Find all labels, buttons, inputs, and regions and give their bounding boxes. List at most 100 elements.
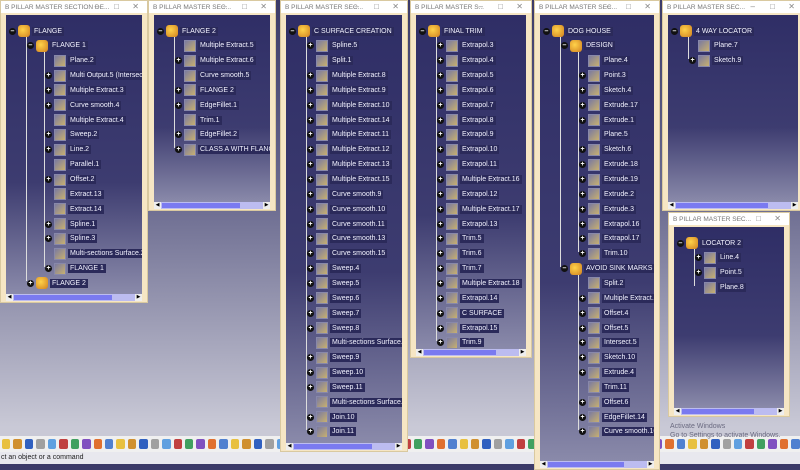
- toolbar-tool-icon[interactable]: [756, 439, 766, 449]
- tree-node[interactable]: FLANGE 2: [184, 83, 236, 97]
- expand-toggle[interactable]: +: [45, 101, 52, 109]
- horizontal-scrollbar[interactable]: ◀ ▶: [416, 349, 526, 356]
- expand-toggle[interactable]: +: [175, 146, 182, 154]
- toolbar-tool-icon[interactable]: [127, 439, 137, 449]
- tree-node[interactable]: Extrapol.7: [446, 98, 496, 112]
- horizontal-scrollbar[interactable]: ◀ ▶: [668, 202, 798, 209]
- tree-node[interactable]: Trim.6: [446, 247, 484, 261]
- tree-node[interactable]: Spline.5: [316, 39, 360, 53]
- tree-node[interactable]: Curve smooth.4: [54, 98, 122, 112]
- scrollbar-thumb[interactable]: [424, 350, 496, 355]
- expand-toggle[interactable]: +: [307, 131, 314, 139]
- expand-toggle[interactable]: +: [45, 176, 52, 183]
- tree-node[interactable]: Multiple Extract.15: [316, 173, 392, 187]
- toolbar-tool-icon[interactable]: [173, 439, 182, 449]
- minimize-button[interactable]: –: [737, 214, 741, 223]
- expand-toggle[interactable]: +: [27, 279, 34, 287]
- expand-toggle[interactable]: +: [307, 220, 314, 228]
- toolbar-tool-icon[interactable]: [470, 439, 480, 449]
- expand-toggle[interactable]: +: [307, 205, 314, 213]
- tree-node[interactable]: Trim.1: [184, 113, 222, 127]
- tree-node[interactable]: Multiple Extract.8: [316, 69, 388, 83]
- expand-toggle[interactable]: +: [307, 116, 314, 124]
- maximize-button[interactable]: □: [374, 2, 379, 11]
- tree-node[interactable]: Sketch.4: [588, 83, 634, 97]
- maximize-button[interactable]: □: [756, 214, 761, 223]
- tree-node[interactable]: Multiple Extract.11: [316, 128, 392, 142]
- expand-toggle[interactable]: +: [579, 146, 586, 154]
- scroll-left-button[interactable]: ◀: [154, 202, 161, 209]
- collapse-toggle[interactable]: –: [9, 27, 16, 35]
- scroll-right-button[interactable]: ▶: [519, 349, 526, 356]
- expand-toggle[interactable]: +: [307, 294, 314, 302]
- expand-toggle[interactable]: +: [437, 324, 444, 332]
- expand-toggle[interactable]: +: [579, 176, 586, 183]
- expand-toggle[interactable]: +: [307, 86, 314, 94]
- expand-toggle[interactable]: +: [307, 146, 314, 154]
- expand-toggle[interactable]: +: [579, 72, 586, 80]
- scrollbar-thumb[interactable]: [676, 203, 768, 208]
- window-title-bar[interactable]: B PILLAR MASTER S... – □ ✕: [411, 1, 531, 13]
- toolbar-tool-icon[interactable]: [150, 439, 160, 449]
- expand-toggle[interactable]: +: [437, 294, 444, 302]
- expand-toggle[interactable]: +: [307, 383, 314, 391]
- expand-toggle[interactable]: +: [45, 235, 52, 243]
- tree-node[interactable]: Sweep.6: [316, 291, 362, 305]
- tree-node[interactable]: FLANGE 2: [166, 24, 218, 38]
- expand-toggle[interactable]: +: [579, 205, 586, 213]
- minimize-button[interactable]: –: [223, 2, 227, 11]
- tree-node[interactable]: Multiple Extract.3: [54, 83, 126, 97]
- tree-node[interactable]: Parallel.1: [54, 158, 102, 172]
- toolbar-tool-icon[interactable]: [104, 439, 114, 449]
- tree-window[interactable]: B PILLAR MASTER SEC... – □ ✕ – LOCATOR 2 + Lin…: [668, 212, 790, 417]
- tree-node[interactable]: Sweep.11: [316, 380, 365, 394]
- tree-node[interactable]: Multiple Extract.9: [316, 83, 388, 97]
- expand-toggle[interactable]: +: [45, 220, 52, 228]
- close-button[interactable]: ✕: [516, 2, 523, 11]
- tree-node[interactable]: Extrude.19: [588, 173, 640, 187]
- minimize-button[interactable]: –: [607, 2, 611, 11]
- tree-node[interactable]: Line.2: [54, 143, 92, 157]
- scrollbar-thumb[interactable]: [294, 444, 372, 449]
- expand-toggle[interactable]: +: [579, 116, 586, 124]
- close-button[interactable]: ✕: [644, 2, 651, 11]
- tree-node[interactable]: AVOID SINK MARKS: [570, 262, 654, 276]
- toolbar-tool-icon[interactable]: [676, 439, 686, 449]
- tree-node[interactable]: Trim.7: [446, 262, 484, 276]
- expand-toggle[interactable]: +: [307, 354, 314, 362]
- expand-toggle[interactable]: +: [307, 324, 314, 332]
- toolbar-tool-icon[interactable]: [791, 439, 800, 449]
- expand-toggle[interactable]: +: [307, 279, 314, 287]
- tree-node[interactable]: Offset.4: [588, 306, 631, 320]
- toolbar-tool-icon[interactable]: [665, 439, 674, 449]
- expand-toggle[interactable]: +: [579, 190, 586, 198]
- collapse-toggle[interactable]: –: [419, 27, 426, 35]
- minimize-button[interactable]: –: [355, 2, 359, 11]
- toolbar-tool-icon[interactable]: [436, 439, 446, 449]
- expand-toggle[interactable]: +: [437, 250, 444, 258]
- expand-toggle[interactable]: +: [437, 57, 444, 65]
- expand-toggle[interactable]: +: [307, 413, 314, 421]
- scroll-left-button[interactable]: ◀: [286, 443, 293, 450]
- toolbar-tool-icon[interactable]: [70, 439, 80, 449]
- toolbar-tool-icon[interactable]: [745, 439, 754, 449]
- tree-node[interactable]: Extrapol.6: [446, 83, 496, 97]
- tree-node[interactable]: FINAL TRIM: [428, 24, 485, 38]
- tree-node[interactable]: Trim.11: [588, 380, 629, 394]
- expand-toggle[interactable]: +: [437, 72, 444, 80]
- tree-node[interactable]: DESIGN: [570, 39, 615, 53]
- tree-node[interactable]: Extrude.1: [588, 113, 636, 127]
- maximize-button[interactable]: □: [242, 2, 247, 11]
- expand-toggle[interactable]: +: [437, 190, 444, 198]
- collapse-toggle[interactable]: –: [561, 265, 568, 273]
- tree-node[interactable]: Extrapol.17: [588, 232, 642, 246]
- toolbar-tool-icon[interactable]: [265, 439, 274, 449]
- expand-toggle[interactable]: +: [307, 428, 314, 436]
- toolbar-tool-icon[interactable]: [24, 439, 34, 449]
- toolbar-tool-icon[interactable]: [425, 439, 434, 449]
- tree-node[interactable]: Extrapol.3: [446, 39, 496, 53]
- expand-toggle[interactable]: +: [695, 254, 702, 262]
- scroll-right-button[interactable]: ▶: [395, 443, 402, 450]
- tree-node[interactable]: Offset.2: [54, 173, 97, 187]
- tree-node[interactable]: Trim.9: [446, 336, 484, 349]
